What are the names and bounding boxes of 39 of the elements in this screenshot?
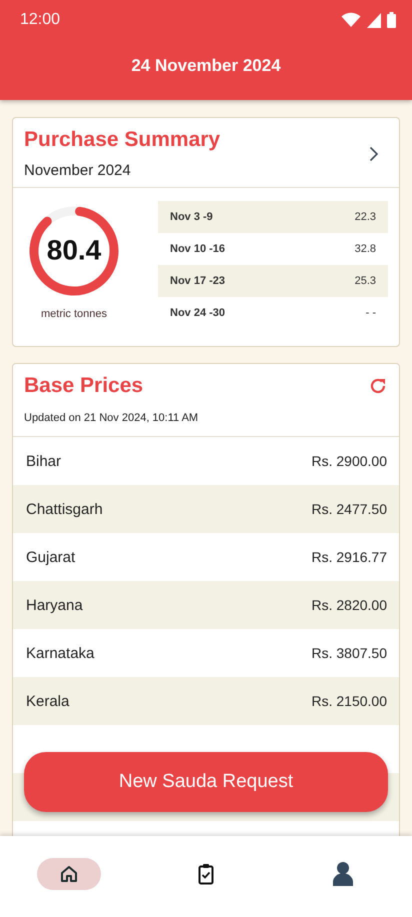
week-value: 22.3	[354, 211, 376, 223]
week-label: Nov 3 -9	[170, 211, 213, 223]
refresh-icon[interactable]	[369, 377, 387, 395]
state-name: Haryana	[26, 596, 83, 614]
week-value: 32.8	[354, 243, 376, 255]
card-title: Purchase Summary	[24, 128, 220, 152]
price-value: Rs. 3807.50	[312, 645, 387, 661]
week-label: Nov 10 -16	[170, 243, 226, 255]
signal-icon	[367, 12, 381, 28]
battery-icon	[387, 12, 396, 28]
state-name: Gujarat	[26, 548, 76, 566]
week-label: Nov 24 -30	[170, 307, 226, 319]
home-icon	[60, 865, 78, 883]
state-name: Chattisgarh	[26, 500, 103, 518]
home-tab[interactable]	[36, 858, 101, 890]
week-value: - -	[366, 307, 376, 319]
price-value: Rs. 2150.00	[312, 693, 387, 709]
month-label: November 2024	[24, 162, 132, 179]
card-title: Base Prices	[24, 374, 144, 398]
price-value: Rs. 2900.00	[312, 453, 387, 469]
updated-text: Updated on 21 Nov 2024, 10:11 AM	[24, 412, 200, 424]
chevron-right-icon[interactable]	[369, 146, 379, 162]
new-sauda-request-button[interactable]: New Sauda Request	[24, 752, 388, 812]
state-name: Kerala	[26, 692, 70, 710]
price-value: Rs. 2477.50	[312, 501, 387, 517]
total-value: 80.4	[46, 234, 102, 266]
wifi-icon	[341, 12, 361, 28]
clipboard-check-icon	[198, 863, 214, 885]
unit-label: metric tonnes	[40, 308, 108, 320]
person-icon	[333, 862, 354, 886]
header-title: 24 November 2024	[130, 56, 282, 76]
week-label: Nov 17 -23	[170, 275, 226, 287]
week-value: 25.3	[354, 275, 376, 287]
price-value: Rs. 2916.77	[312, 549, 387, 565]
status-time: 12:00	[20, 11, 60, 29]
state-name: Karnataka	[26, 644, 94, 662]
purchase-summary-card[interactable]: Purchase Summary November 2024 80.4 metric tonnes Nov 3 -9 22.3 Nov 10 -16 32.8 Nov 17 -23 25.3 Nov 24 -30 - -	[12, 117, 400, 347]
state-name: Bihar	[26, 452, 62, 470]
price-value: Rs. 2820.00	[312, 597, 387, 613]
